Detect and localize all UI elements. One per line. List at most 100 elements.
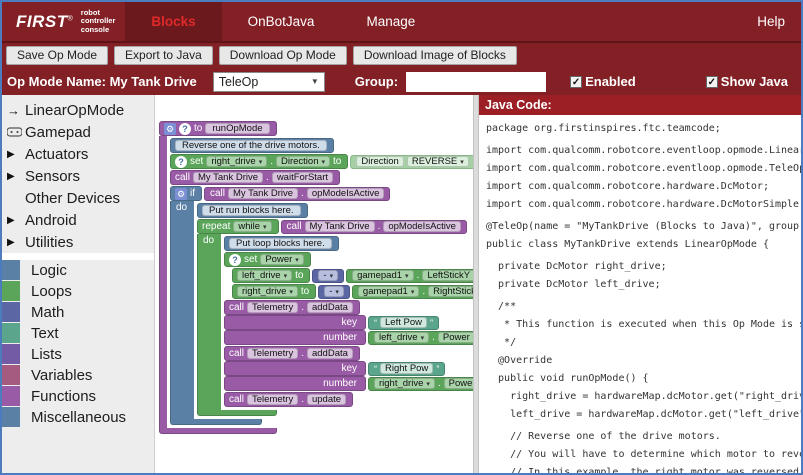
target-field[interactable]: My Tank Drive [305,221,375,232]
method-field[interactable]: opModeIsActive [307,188,385,199]
block-if[interactable]: ⚙ if call My Tank Drive . opModeIsActive [170,186,473,425]
method-field[interactable]: addData [307,302,353,313]
download-opmode-button[interactable]: Download Op Mode [219,46,347,65]
property-dropdown-field[interactable]: Power [444,378,473,389]
toolbox-category-logic[interactable]: Logic [2,260,154,280]
target-field[interactable]: My Tank Drive [193,172,263,183]
target-field[interactable]: My Tank Drive [228,188,298,199]
group-input[interactable] [406,72,546,92]
toolbox-category-lists[interactable]: Lists [2,344,154,364]
block-telemetry-adddata-left[interactable]: call Telemetry . addData [224,300,473,345]
enum-value-dropdown-field[interactable]: REVERSE [407,156,469,167]
if-header[interactable]: ⚙ if [170,186,202,201]
mutator-gear-icon[interactable]: ⚙ [164,123,176,135]
block-rightdrive-power[interactable]: right_drive . Power [368,377,473,391]
negate-dropdown-field[interactable]: - [318,270,338,281]
block-direction-reverse-shadow[interactable]: Direction REVERSE [350,155,473,169]
gamepad-dropdown-field[interactable]: gamepad1 [358,286,419,297]
opmode-type-select[interactable]: TeleOp ▼ [213,72,325,92]
toolbox-item-linearopmode[interactable]: → LinearOpMode [2,99,154,121]
string-field[interactable]: Right Pow [380,363,433,374]
download-image-button[interactable]: Download Image of Blocks [353,46,517,65]
string-field[interactable]: Left Pow [380,317,427,328]
block-comment[interactable]: Put loop blocks here. [224,236,339,251]
toolbox-item-other-devices[interactable]: Other Devices [2,187,154,209]
help-icon[interactable]: ? [175,156,187,168]
stick-dropdown-field[interactable]: RightStickY [428,286,473,297]
blocks-workspace[interactable]: ⚙ ? to runOpMode Reverse one of the driv… [155,95,473,473]
toolbox-item-gamepad[interactable]: Gamepad [2,121,154,143]
toolbox-category-miscellaneous[interactable]: Miscellaneous [2,407,154,427]
motor-dropdown-field[interactable]: right_drive [374,378,435,389]
toolbox-category-functions[interactable]: Functions [2,386,154,406]
motor-dropdown-field[interactable]: right_drive [206,156,267,167]
save-opmode-button[interactable]: Save Op Mode [6,46,108,65]
block-gamepad-rightsticky[interactable]: gamepad1 . RightStickY [352,285,473,299]
toolbox-item-utilities[interactable]: ▶ Utilities [2,231,154,253]
block-header-row[interactable]: ⚙ ? to runOpMode [159,121,277,136]
method-field[interactable]: opModeIsActive [383,221,461,232]
target-field[interactable]: Telemetry [247,302,298,313]
adddata-header[interactable]: call Telemetry . addData [224,346,360,361]
property-dropdown-field[interactable]: Direction [276,156,330,167]
toolbox-category-text[interactable]: Text [2,323,154,343]
block-telemetry-adddata-right[interactable]: call Telemetry . addData [224,346,473,391]
block-telemetry-update[interactable]: call Telemetry . update [224,392,353,407]
block-repeat-while[interactable]: repeat while call My Tank Drive . [197,219,473,416]
tab-manage[interactable]: Manage [340,2,441,41]
stick-dropdown-field[interactable]: LeftStickY [422,270,473,281]
adddata-header[interactable]: call Telemetry . addData [224,300,360,315]
block-runopmode-function[interactable]: ⚙ ? to runOpMode Reverse one of the driv… [159,121,473,434]
set-power-header[interactable]: ? set Power [224,252,311,267]
block-string-left-pow[interactable]: “ Left Pow ” [368,316,439,330]
block-set-power[interactable]: ? set Power left_dr [224,252,473,299]
set-power-right-target[interactable]: right_drive to [232,284,316,299]
motor-dropdown-field[interactable]: right_drive [237,286,298,297]
tab-blocks[interactable]: Blocks [125,2,221,41]
method-field[interactable]: addData [307,348,353,359]
export-java-button[interactable]: Export to Java [114,46,213,65]
comment-text-field[interactable]: Put loop blocks here. [229,238,332,249]
toolbox-item-sensors[interactable]: ▶ Sensors [2,165,154,187]
show-java-checkbox[interactable]: ✓ [706,76,718,88]
block-string-right-pow[interactable]: “ Right Pow ” [368,362,445,376]
tab-onbotjava[interactable]: OnBotJava [222,2,341,41]
repeat-mode-dropdown-field[interactable]: while [233,221,271,232]
method-field[interactable]: update [307,394,346,405]
adddata-number-row: number right_drive . Power [224,376,473,391]
set-power-left-target[interactable]: left_drive to [232,268,310,283]
block-negate[interactable]: - [312,269,344,283]
target-field[interactable]: Telemetry [247,394,298,405]
negate-dropdown-field[interactable]: - [324,286,344,297]
toolbox-category-variables[interactable]: Variables [2,365,154,385]
method-field[interactable]: waitForStart [272,172,333,183]
block-call-waitforstart[interactable]: call My Tank Drive . waitForStart [170,170,340,185]
comment-text-field[interactable]: Reverse one of the drive motors. [175,140,327,151]
block-call-opmodeisactive[interactable]: call My Tank Drive . opModeIsActive [281,220,467,234]
block-comment[interactable]: Reverse one of the drive motors. [170,138,334,153]
comment-text-field[interactable]: Put run blocks here. [202,205,301,216]
repeat-header[interactable]: repeat while [197,219,279,234]
enabled-checkbox[interactable]: ✓ [570,76,582,88]
block-negate[interactable]: - [318,285,350,299]
target-field[interactable]: Telemetry [247,348,298,359]
toolbox-category-loops[interactable]: Loops [2,281,154,301]
block-call-opmodeisactive[interactable]: call My Tank Drive . opModeIsActive [204,187,390,201]
toolbox-item-actuators[interactable]: ▶ Actuators [2,143,154,165]
mutator-gear-icon[interactable]: ⚙ [175,188,187,200]
toolbox-category-math[interactable]: Math [2,302,154,322]
property-dropdown-field[interactable]: Power [438,332,473,343]
property-dropdown-field[interactable]: Power [260,254,303,265]
motor-dropdown-field[interactable]: left_drive [374,332,429,343]
block-set-direction[interactable]: ? set right_drive . Direction to [170,154,348,169]
motor-dropdown-field[interactable]: left_drive [237,270,292,281]
help-icon[interactable]: ? [229,254,241,266]
block-leftdrive-power[interactable]: left_drive . Power [368,331,473,345]
toolbox-item-android[interactable]: ▶ Android [2,209,154,231]
block-comment[interactable]: Put run blocks here. [197,203,308,218]
block-gamepad-leftsticky[interactable]: gamepad1 . LeftStickY [346,269,473,283]
help-icon[interactable]: ? [179,123,191,135]
help-link[interactable]: Help [741,2,801,41]
gamepad-dropdown-field[interactable]: gamepad1 [352,270,413,281]
function-name-field[interactable]: runOpMode [205,123,269,134]
